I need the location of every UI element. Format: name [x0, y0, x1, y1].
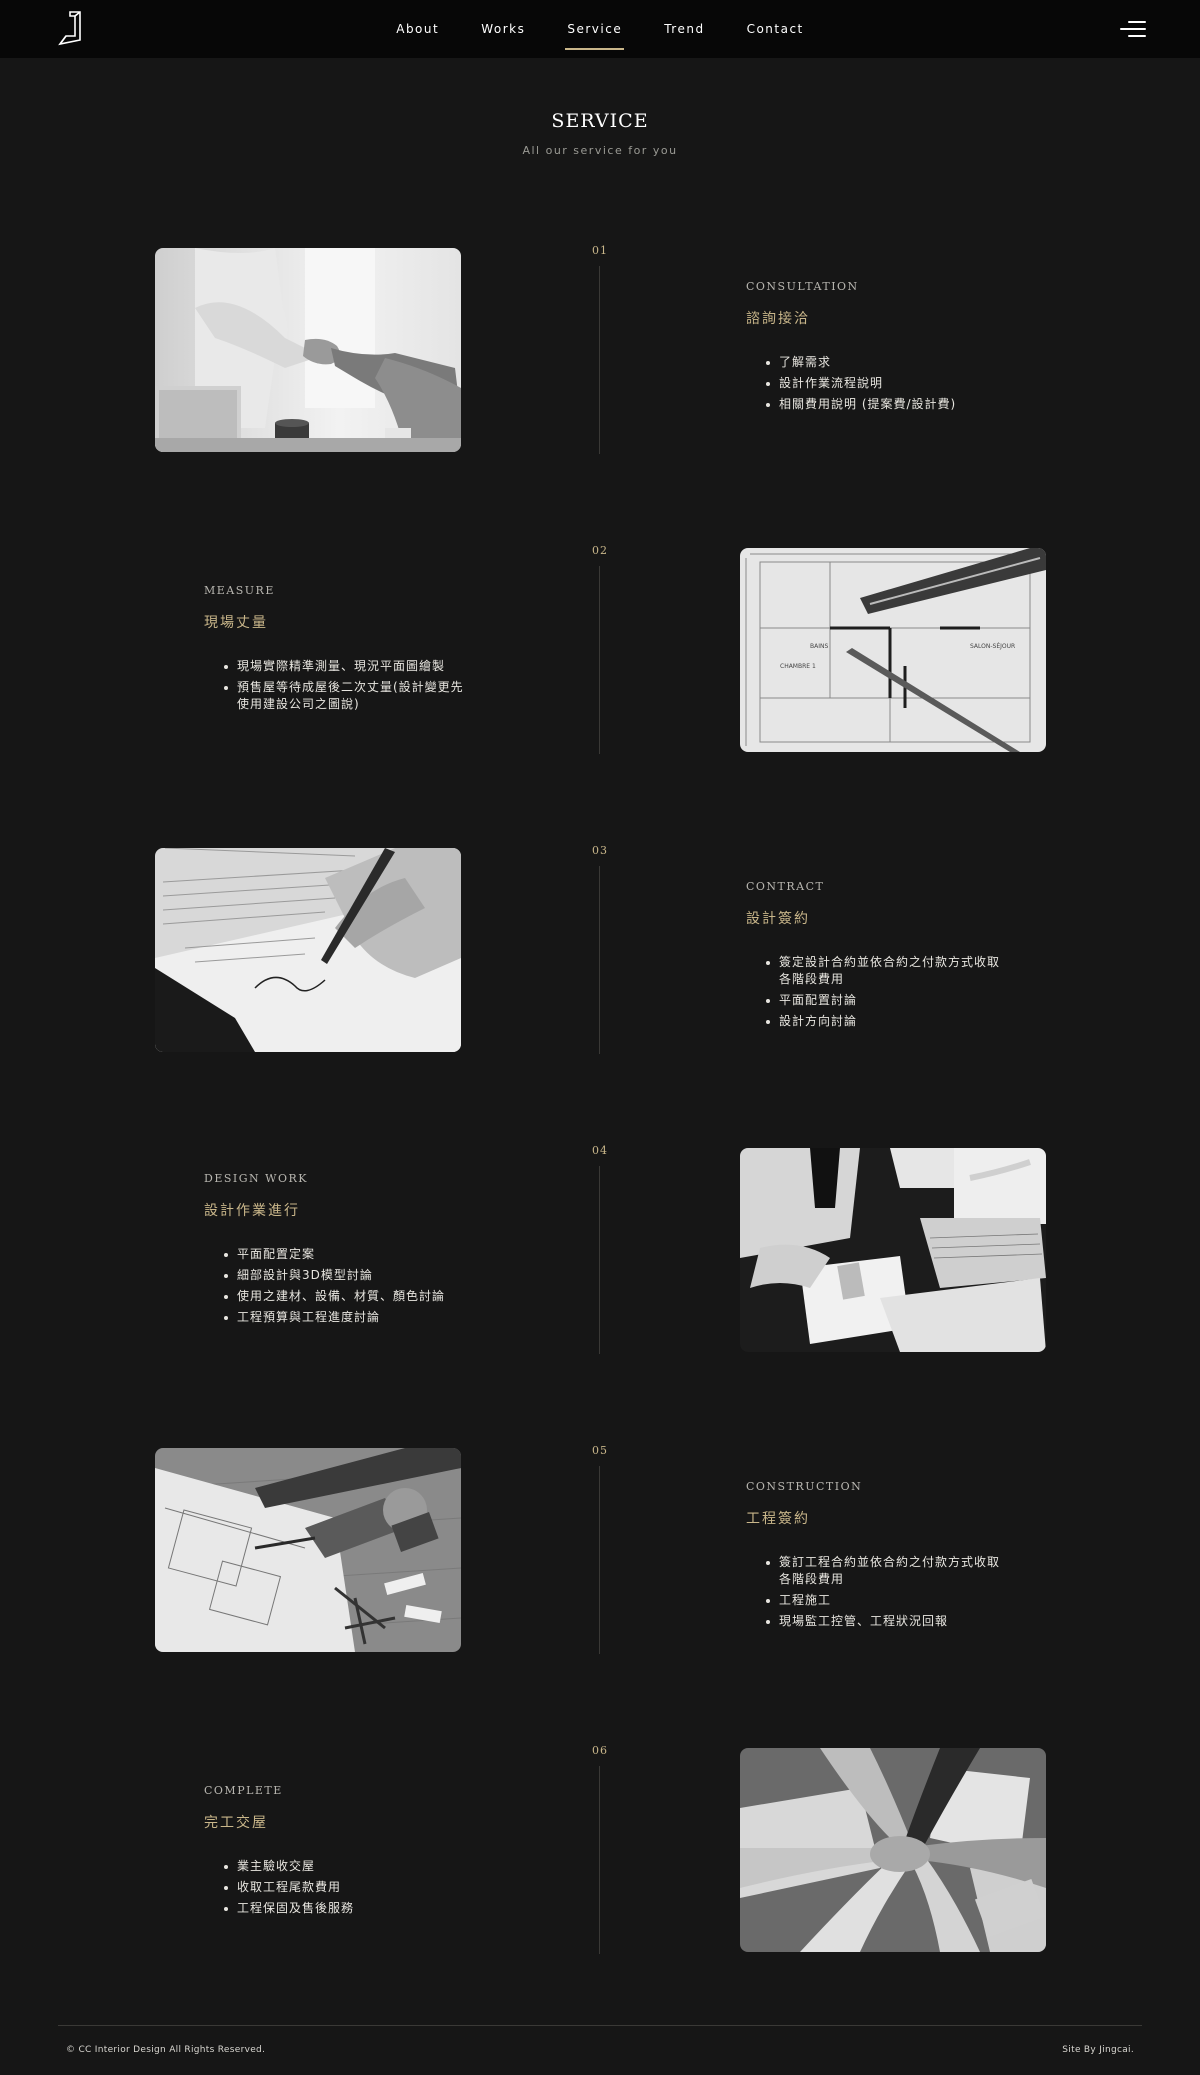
- list-item: 設計方向討論: [766, 1013, 1011, 1030]
- hamburger-line: [1120, 28, 1146, 30]
- list-item: 工程施工: [766, 1592, 1011, 1609]
- svg-text:SALON-SÉJOUR: SALON-SÉJOUR: [970, 642, 1015, 650]
- list-item: 設計作業流程說明: [766, 375, 1011, 392]
- list-item: 使用之建材、設備、材質、顏色討論: [224, 1288, 469, 1305]
- nav-service[interactable]: Service: [565, 22, 625, 50]
- step-text: DESIGN WORK 設計作業進行 平面配置定案 細部設計與3D模型討論 使用…: [204, 1172, 504, 1330]
- footer-copyright: © CC Interior Design All Rights Reserved…: [66, 2045, 266, 2055]
- step-en-title: CONSULTATION: [746, 280, 859, 293]
- step-number: 06: [592, 1744, 608, 1757]
- service-step-measure: 02 MEASURE 現場丈量 現場實際精準測量、現況平面圖繪製 預售屋等待成屋…: [0, 544, 1200, 758]
- service-step-complete: 06 COMPLETE 完工交屋 業主驗收交屋 收取工程尾款費用 工程保固及售後…: [0, 1744, 1200, 1958]
- list-item: 平面配置定案: [224, 1246, 469, 1263]
- step-items: 平面配置定案 細部設計與3D模型討論 使用之建材、設備、材質、顏色討論 工程預算…: [204, 1246, 504, 1326]
- step-en-title: COMPLETE: [204, 1784, 283, 1797]
- step-text: MEASURE 現場丈量 現場實際精準測量、現況平面圖繪製 預售屋等待成屋後二次…: [204, 584, 504, 717]
- list-item: 預售屋等待成屋後二次丈量(設計變更先使用建設公司之圖說): [224, 679, 469, 713]
- step-zh-title: 設計簽約: [746, 911, 810, 927]
- step-en-title: DESIGN WORK: [204, 1172, 308, 1185]
- footer-divider: [58, 2025, 1142, 2026]
- step-zh-title: 設計作業進行: [204, 1203, 300, 1219]
- list-item: 現場監工控管、工程狀況回報: [766, 1613, 1011, 1630]
- list-item: 平面配置討論: [766, 992, 1011, 1009]
- page-title: SERVICE: [551, 110, 649, 132]
- step-text: CONSULTATION 諮詢接洽 了解需求 設計作業流程說明 相關費用說明 (…: [746, 280, 1046, 417]
- footer-credit-link[interactable]: Site By Jingcai.: [1062, 2045, 1134, 2055]
- list-item: 簽訂工程合約並依合約之付款方式收取各階段費用: [766, 1554, 1011, 1588]
- service-step-consultation: 01 CONSULTATION 諮詢接洽 了解需求 設計作業流程說明 相關費用說…: [0, 244, 1200, 458]
- step-zh-title: 諮詢接洽: [746, 311, 810, 327]
- step-en-title: CONSTRUCTION: [746, 1480, 863, 1493]
- team-hands-photo: [740, 1748, 1046, 1952]
- step-number: 03: [592, 844, 608, 857]
- list-item: 簽定設計合約並依合約之付款方式收取各階段費用: [766, 954, 1011, 988]
- timeline-line: [599, 566, 600, 754]
- step-en-title: CONTRACT: [746, 880, 825, 893]
- list-item: 工程保固及售後服務: [224, 1900, 469, 1917]
- nav-contact[interactable]: Contact: [745, 22, 806, 36]
- hamburger-line: [1128, 21, 1146, 23]
- service-step-construction: 05 CONSTRUCTION 工程簽約 簽訂工程合約並依合約之付款方式收取各階…: [0, 1444, 1200, 1658]
- svg-text:CHAMBRE 1: CHAMBRE 1: [780, 663, 816, 670]
- timeline-line: [599, 1166, 600, 1354]
- step-items: 簽定設計合約並依合約之付款方式收取各階段費用 平面配置討論 設計方向討論: [746, 954, 1046, 1030]
- list-item: 業主驗收交屋: [224, 1858, 469, 1875]
- step-number: 04: [592, 1144, 608, 1157]
- floor-plan-photo: CHAMBRE 1 SALON-SÉJOUR BAINS: [740, 548, 1046, 752]
- step-en-title: MEASURE: [204, 584, 275, 597]
- nav-about[interactable]: About: [394, 22, 441, 36]
- step-text: COMPLETE 完工交屋 業主驗收交屋 收取工程尾款費用 工程保固及售後服務: [204, 1784, 504, 1921]
- step-items: 業主驗收交屋 收取工程尾款費用 工程保固及售後服務: [204, 1858, 504, 1917]
- step-text: CONTRACT 設計簽約 簽定設計合約並依合約之付款方式收取各階段費用 平面配…: [746, 880, 1046, 1034]
- step-zh-title: 現場丈量: [204, 615, 268, 631]
- list-item: 了解需求: [766, 354, 1011, 371]
- svg-text:BAINS: BAINS: [810, 643, 828, 650]
- tools-blueprint-photo: [155, 1448, 461, 1652]
- list-item: 現場實際精準測量、現況平面圖繪製: [224, 658, 469, 675]
- timeline-line: [599, 1466, 600, 1654]
- top-navigation-bar: About Works Service Trend Contact: [0, 0, 1200, 58]
- timeline-line: [599, 266, 600, 454]
- main-nav: About Works Service Trend Contact: [0, 0, 1200, 58]
- service-step-design-work: 04 DESIGN WORK 設計作業進行 平面配置定案 細部設計與3D模型討論…: [0, 1144, 1200, 1358]
- hamburger-icon[interactable]: [1120, 20, 1146, 38]
- list-item: 工程預算與工程進度討論: [224, 1309, 469, 1326]
- step-items: 簽訂工程合約並依合約之付款方式收取各階段費用 工程施工 現場監工控管、工程狀況回…: [746, 1554, 1046, 1630]
- step-text: CONSTRUCTION 工程簽約 簽訂工程合約並依合約之付款方式收取各階段費用…: [746, 1480, 1046, 1634]
- timeline-line: [599, 1766, 600, 1954]
- signing-photo: [155, 848, 461, 1052]
- list-item: 收取工程尾款費用: [224, 1879, 469, 1896]
- step-zh-title: 完工交屋: [204, 1815, 268, 1831]
- list-item: 細部設計與3D模型討論: [224, 1267, 469, 1284]
- step-number: 02: [592, 544, 608, 557]
- step-number: 01: [592, 244, 608, 257]
- handshake-photo: [155, 248, 461, 452]
- page-subtitle: All our service for you: [522, 144, 678, 157]
- meeting-laptop-photo: [740, 1148, 1046, 1352]
- step-number: 05: [592, 1444, 608, 1457]
- nav-works[interactable]: Works: [479, 22, 527, 36]
- list-item: 相關費用說明 (提案費/設計費): [766, 396, 1011, 413]
- step-zh-title: 工程簽約: [746, 1511, 810, 1527]
- step-items: 了解需求 設計作業流程說明 相關費用說明 (提案費/設計費): [746, 354, 1046, 413]
- service-step-contract: 03 CONTRACT 設計簽約 簽定設計合約並依合約之付款方式收取各階段費用 …: [0, 844, 1200, 1058]
- hamburger-line: [1128, 35, 1146, 37]
- step-items: 現場實際精準測量、現況平面圖繪製 預售屋等待成屋後二次丈量(設計變更先使用建設公…: [204, 658, 504, 713]
- nav-trend[interactable]: Trend: [662, 22, 706, 36]
- timeline-line: [599, 866, 600, 1054]
